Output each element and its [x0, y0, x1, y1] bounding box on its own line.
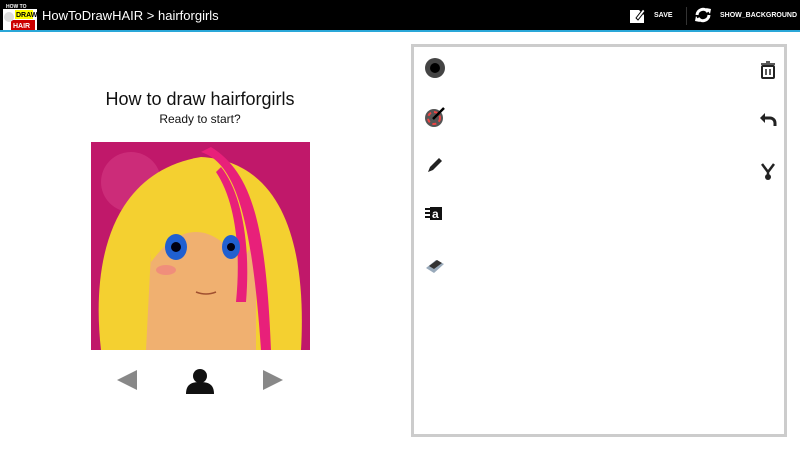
breadcrumb[interactable]: HowToDrawHAIR > hairforgirls	[42, 8, 219, 23]
trash-icon[interactable]	[756, 58, 780, 82]
save-label: SAVE	[654, 11, 673, 19]
app-name: HowToDrawHAIR	[42, 8, 144, 23]
show-background-button[interactable]: SHOW_BACKGROUND	[694, 6, 797, 24]
refresh-icon	[695, 7, 711, 23]
svg-text:a: a	[432, 207, 439, 221]
svg-text:DRAW: DRAW	[16, 12, 37, 19]
save-button[interactable]: SAVE	[628, 6, 673, 24]
drawing-canvas[interactable]: a	[411, 44, 787, 437]
action-bar: HOW TO DRAW HAIR HowToDrawHAIR > hairforgi…	[0, 0, 800, 32]
svg-text:HAIR: HAIR	[13, 23, 30, 30]
save-icon	[630, 8, 646, 23]
share-icon[interactable]	[756, 159, 780, 183]
undo-icon[interactable]	[756, 107, 780, 131]
pencil-icon[interactable]	[423, 153, 447, 177]
app-logo[interactable]: HOW TO DRAW HAIR	[3, 2, 37, 30]
show-background-label: SHOW_BACKGROUND	[720, 11, 797, 19]
text-icon[interactable]: a	[423, 202, 447, 226]
previous-arrow-icon[interactable]	[115, 368, 139, 392]
section-name: hairforgirls	[157, 8, 219, 23]
next-arrow-icon[interactable]	[261, 368, 285, 392]
hairstyle-preview-image	[91, 142, 310, 350]
brush-size-icon[interactable]	[423, 56, 447, 80]
page-subtitle: Ready to start?	[159, 112, 241, 126]
eraser-icon[interactable]	[423, 254, 447, 278]
color-picker-icon[interactable]	[423, 105, 447, 129]
divider	[686, 7, 687, 25]
person-icon[interactable]	[186, 368, 214, 394]
breadcrumb-separator: >	[146, 8, 155, 23]
page-title: How to draw hairforgirls	[105, 89, 295, 109]
svg-text:HOW TO: HOW TO	[6, 4, 27, 10]
